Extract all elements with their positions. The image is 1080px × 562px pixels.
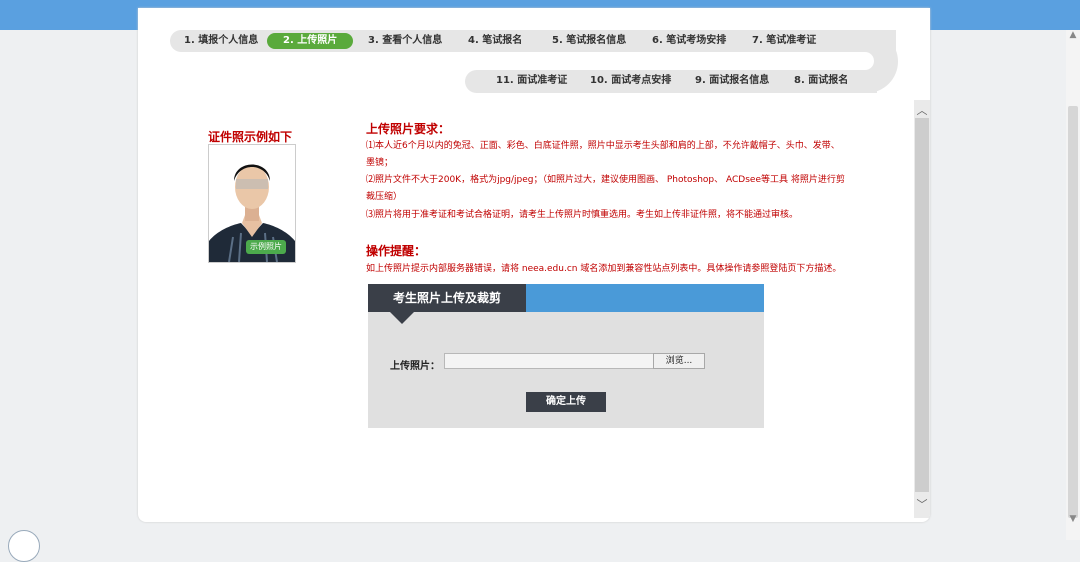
requirement-line: ⑴本人近6个月以内的免冠、正面、彩色、白底证件照，照片中显示考生头部和肩的上部，…	[366, 141, 840, 151]
step-10[interactable]: 10. 面试考点安排	[590, 73, 671, 89]
requirements-title: 上传照片要求：	[366, 122, 451, 136]
step-3[interactable]: 3. 查看个人信息	[368, 33, 442, 49]
example-photo-title: 证件照示例如下	[208, 130, 293, 144]
step-6[interactable]: 6. 笔试考场安排	[652, 33, 726, 49]
upload-photo-label: 上传照片：	[390, 361, 440, 372]
page-scroll-thumb[interactable]	[1068, 106, 1078, 518]
requirement-line: 墨镜；	[366, 158, 394, 168]
main-card: 1. 填报个人信息 2. 上传照片 3. 查看个人信息 4. 笔试报名 5. 笔…	[138, 8, 930, 522]
upload-header-title: 考生照片上传及裁剪	[368, 284, 526, 312]
step-1[interactable]: 1. 填报个人信息	[184, 33, 258, 49]
step-11[interactable]: 11. 面试准考证	[496, 73, 567, 89]
content-scroll-thumb[interactable]	[915, 118, 929, 492]
upload-panel: 考生照片上传及裁剪 上传照片： 浏览... 确定上传	[368, 284, 764, 428]
upload-header-notch	[390, 312, 414, 324]
corner-circle-icon	[8, 530, 40, 562]
step-4[interactable]: 4. 笔试报名	[468, 33, 522, 49]
step-9[interactable]: 9. 面试报名信息	[695, 73, 769, 89]
requirement-line: 裁压缩）	[366, 192, 403, 202]
confirm-upload-button[interactable]: 确定上传	[526, 392, 606, 412]
step-5[interactable]: 5. 笔试报名信息	[552, 33, 626, 49]
step-7[interactable]: 7. 笔试准考证	[752, 33, 816, 49]
page-scrollbar[interactable]: ▲ ▼	[1066, 30, 1080, 540]
step-8[interactable]: 8. 面试报名	[794, 73, 848, 89]
content-scrollbar[interactable]: ︿ ﹀	[914, 100, 930, 518]
chevron-down-icon[interactable]: ﹀	[914, 496, 930, 512]
requirement-line: ⑵照片文件不大于200K，格式为jpg/jpeg；（如照片过大，建议使用图画、 …	[366, 175, 845, 185]
file-path-input[interactable]	[444, 353, 654, 369]
tip-text: 如上传照片提示内部服务器错误，请将 neea.edu.cn 域名添加到兼容性站点…	[366, 264, 842, 274]
tip-title: 操作提醒：	[366, 244, 427, 258]
scroll-down-icon[interactable]: ▼	[1066, 514, 1080, 524]
example-photo-badge: 示例照片	[246, 240, 286, 254]
requirement-line: ⑶照片将用于准考证和考试合格证明，请考生上传照片时慎重选用。考生如上传非证件照，…	[366, 210, 799, 220]
browse-button[interactable]: 浏览...	[653, 353, 705, 369]
step-track-curve-gap	[856, 52, 874, 70]
step-2-active[interactable]: 2. 上传照片	[267, 33, 354, 49]
chevron-up-icon[interactable]: ︿	[914, 102, 930, 118]
scroll-up-icon[interactable]: ▲	[1066, 30, 1080, 40]
